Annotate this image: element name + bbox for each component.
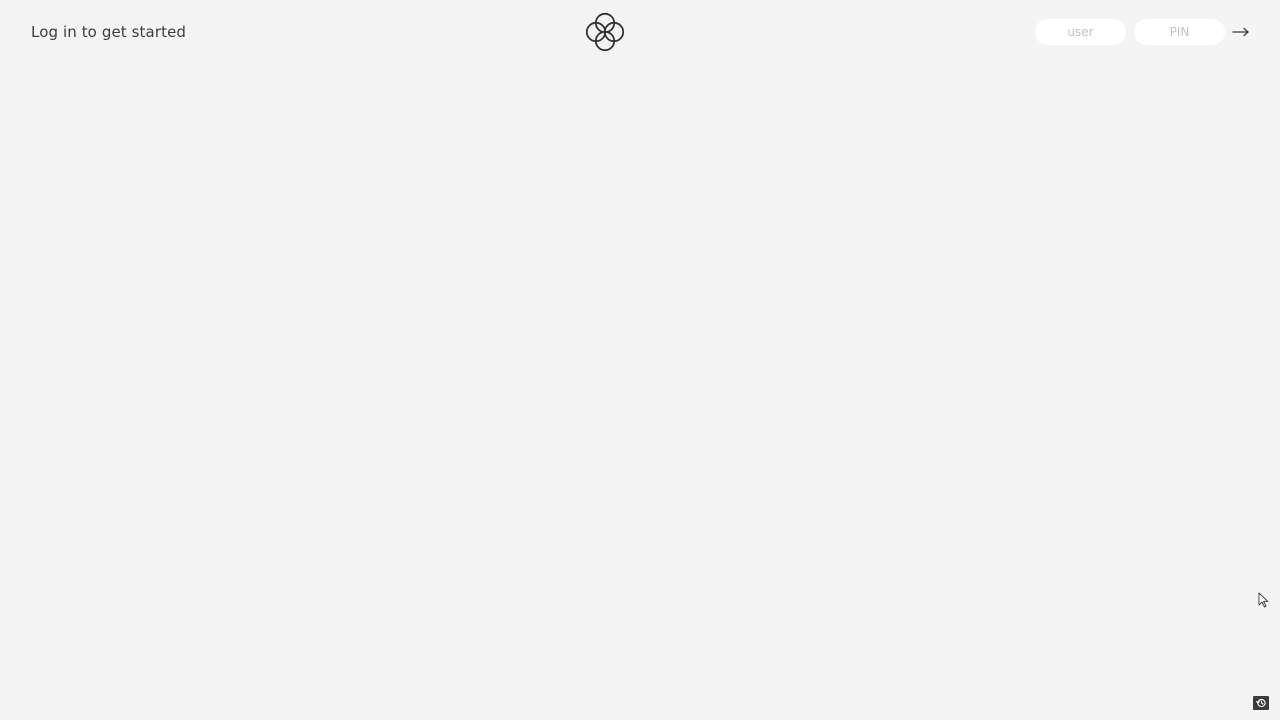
login-page: Log in to get started [0,0,1280,720]
four-ring-logo-icon [584,12,626,52]
header-bar: Log in to get started [0,0,1280,64]
submit-arrow-icon[interactable] [1231,21,1251,43]
pin-input[interactable] [1134,19,1225,45]
user-input[interactable] [1035,19,1126,45]
login-prompt-text: Log in to get started [31,23,187,41]
history-icon[interactable] [1253,696,1269,710]
mouse-pointer-icon [1258,592,1269,608]
